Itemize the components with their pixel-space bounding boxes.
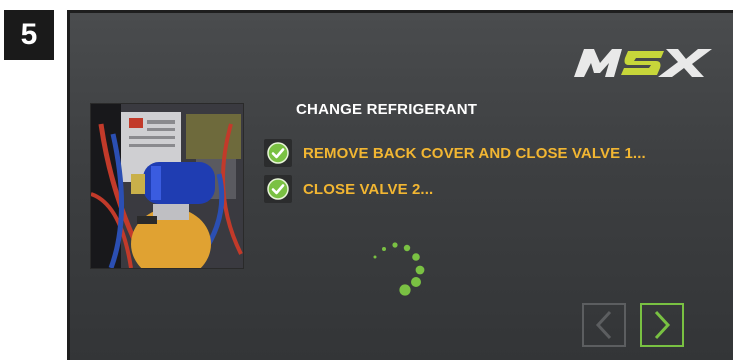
task-label: REMOVE BACK COVER AND CLOSE VALVE 1... — [303, 144, 646, 162]
refrigerant-tank-photo — [90, 103, 244, 269]
step-number-badge: 5 — [4, 10, 54, 60]
previous-button[interactable] — [582, 303, 626, 347]
check-circle-icon — [264, 139, 292, 167]
page-title: CHANGE REFRIGERANT — [296, 101, 478, 118]
step-number: 5 — [20, 18, 38, 51]
msx-logo — [574, 49, 712, 77]
chevron-left-icon — [595, 310, 612, 340]
chevron-right-icon — [654, 310, 671, 340]
loading-spinner-icon — [373, 242, 425, 296]
task-label: CLOSE VALVE 2... — [303, 180, 434, 198]
task-item: CLOSE VALVE 2... — [264, 175, 433, 203]
check-circle-icon — [264, 175, 292, 203]
next-button[interactable] — [640, 303, 684, 347]
device-screen: CHANGE REFRIGERANT REMOVE BACK COVER AND… — [67, 10, 733, 360]
task-item: REMOVE BACK COVER AND CLOSE VALVE 1... — [264, 139, 646, 167]
